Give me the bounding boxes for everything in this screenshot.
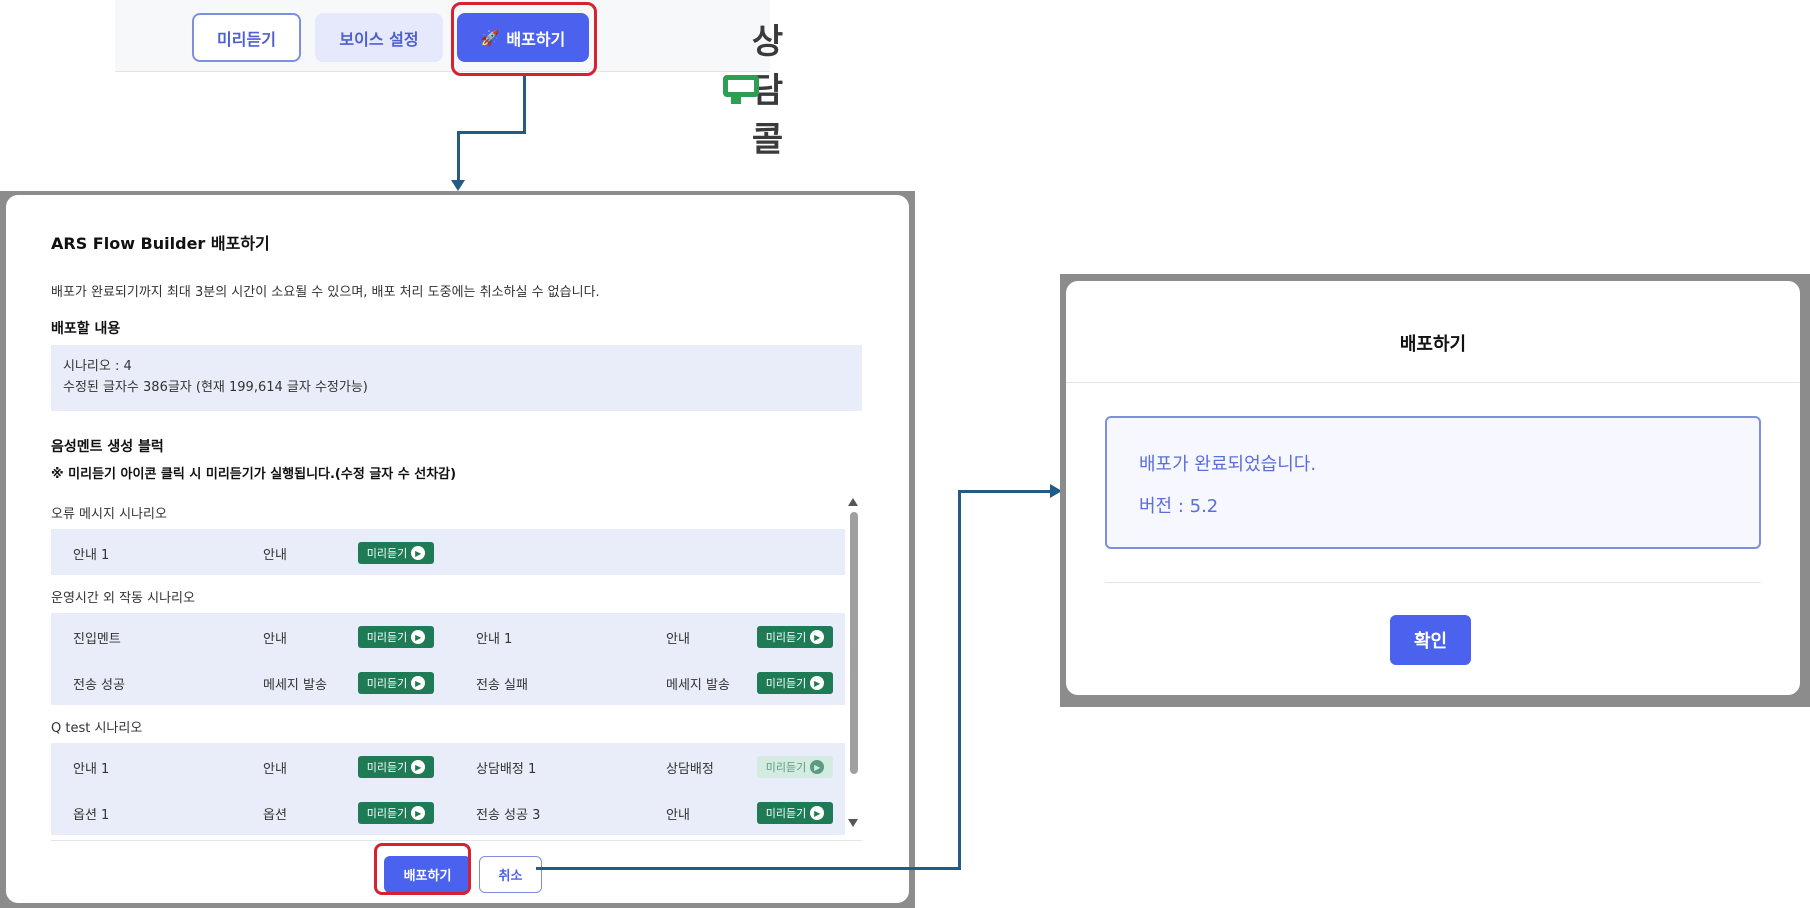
connector-arrow	[451, 180, 465, 191]
scenario-group-title: 운영시간 외 작동 시나리오	[51, 591, 195, 606]
list-scrollbar[interactable]	[848, 498, 860, 831]
preview-play-button[interactable]: 미리듣기 ▶	[358, 542, 434, 564]
brand-logo: 상담콜	[723, 14, 799, 161]
block-name: 전송 성공 3	[476, 808, 541, 823]
scenario-rows: 안내 1 안내 미리듣기 ▶ 상담배정 1 상담배정 미리듣기 ▶ 옵션 1 옵션 …	[51, 743, 845, 835]
scroll-up-icon[interactable]	[848, 498, 858, 506]
connector-line	[457, 131, 526, 134]
dialog-divider	[1105, 582, 1761, 583]
preview-play-button[interactable]: 미리듣기 ▶	[757, 672, 833, 694]
block-type: 안내	[263, 548, 287, 563]
deploy-result-dialog: 배포하기 배포가 완료되었습니다. 버전 : 5.2 확인	[1066, 281, 1800, 695]
preview-play-button[interactable]: 미리듣기 ▶	[358, 672, 434, 694]
preview-play-button[interactable]: 미리듣기 ▶	[757, 802, 833, 824]
result-version: 버전 : 5.2	[1139, 496, 1219, 517]
connector-line	[536, 867, 960, 870]
block-name: 안내 1	[73, 762, 110, 777]
table-row: 전송 성공 메세지 발송 미리듣기 ▶ 전송 실패 메세지 발송 미리듣기 ▶	[51, 659, 845, 705]
highlight-confirm-deploy	[374, 843, 471, 895]
dialog-description: 배포가 완료되기까지 최대 3분의 시간이 소요될 수 있으며, 배포 처리 도…	[51, 285, 600, 300]
scroll-thumb[interactable]	[850, 512, 858, 774]
block-name: 상담배정 1	[476, 762, 537, 777]
preview-button[interactable]: 미리듣기	[192, 13, 301, 62]
table-row: 진입멘트 안내 미리듣기 ▶ 안내 1 안내 미리듣기 ▶	[51, 613, 845, 659]
connector-line	[523, 76, 526, 133]
deploy-summary-box: 시나리오 : 4 수정된 글자수 386글자 (현재 199,614 글자 수정…	[51, 345, 862, 411]
table-row: 안내 1 안내 미리듣기 ▶ 상담배정 1 상담배정 미리듣기 ▶	[51, 743, 845, 789]
block-type: 안내	[263, 632, 287, 647]
play-icon: ▶	[810, 630, 825, 644]
scroll-down-icon[interactable]	[848, 819, 858, 827]
connector-line	[958, 490, 1058, 493]
voice-block-heading: 음성멘트 생성 블럭	[51, 439, 164, 455]
dialog-divider	[51, 840, 862, 841]
deploy-dialog: ARS Flow Builder 배포하기 배포가 완료되기까지 최대 3분의 …	[6, 195, 909, 903]
play-icon: ▶	[810, 760, 825, 774]
block-name: 안내 1	[73, 548, 110, 563]
dialog-divider	[1066, 382, 1800, 383]
result-message: 배포가 완료되었습니다.	[1139, 454, 1317, 475]
dialog-title: ARS Flow Builder 배포하기	[51, 234, 270, 253]
play-icon: ▶	[411, 676, 426, 690]
preview-play-button[interactable]: 미리듣기 ▶	[358, 802, 434, 824]
result-message-box: 배포가 완료되었습니다. 버전 : 5.2	[1105, 416, 1761, 549]
table-row: 안내 1 안내 미리듣기 ▶	[51, 529, 845, 575]
play-icon: ▶	[411, 546, 426, 560]
play-icon: ▶	[810, 676, 825, 690]
block-type: 메세지 발송	[666, 678, 730, 693]
block-type: 안내	[263, 762, 287, 777]
char-count: 수정된 글자수 386글자 (현재 199,614 글자 수정가능)	[63, 380, 368, 395]
block-name: 옵션 1	[73, 808, 110, 823]
highlight-deploy-button	[451, 2, 597, 76]
scenario-rows: 안내 1 안내 미리듣기 ▶	[51, 529, 845, 575]
deploy-content-heading: 배포할 내용	[51, 321, 121, 337]
preview-play-button-disabled: 미리듣기 ▶	[757, 756, 833, 778]
connector-line	[958, 490, 961, 870]
modal-backdrop: 배포하기 배포가 완료되었습니다. 버전 : 5.2 확인	[1060, 274, 1810, 707]
connector-line	[457, 131, 460, 182]
block-name: 전송 성공	[73, 678, 125, 693]
chat-bubble-icon	[723, 73, 759, 104]
dialog-title: 배포하기	[1399, 334, 1467, 355]
preview-play-button[interactable]: 미리듣기 ▶	[358, 626, 434, 648]
block-name: 진입멘트	[73, 632, 121, 647]
play-icon: ▶	[810, 806, 825, 820]
top-toolbar: 미리듣기 보이스 설정 🚀 배포하기 상담콜	[115, 0, 783, 160]
voice-settings-button[interactable]: 보이스 설정	[315, 13, 443, 62]
modal-backdrop: ARS Flow Builder 배포하기 배포가 완료되기까지 최대 3분의 …	[0, 191, 915, 908]
play-icon: ▶	[411, 760, 426, 774]
play-icon: ▶	[411, 630, 426, 644]
table-row: 옵션 1 옵션 미리듣기 ▶ 전송 성공 3 안내 미리듣기 ▶	[51, 789, 845, 835]
scenario-group-title: 오류 메시지 시나리오	[51, 507, 167, 522]
cancel-button[interactable]: 취소	[479, 856, 542, 893]
block-type: 안내	[666, 808, 690, 823]
scenario-count: 시나리오 : 4	[63, 359, 132, 374]
block-type: 메세지 발송	[263, 678, 327, 693]
preview-play-button[interactable]: 미리듣기 ▶	[757, 626, 833, 648]
preview-play-button[interactable]: 미리듣기 ▶	[358, 756, 434, 778]
scenario-rows: 진입멘트 안내 미리듣기 ▶ 안내 1 안내 미리듣기 ▶ 전송 성공 메세지 발송…	[51, 613, 845, 705]
block-type: 옵션	[263, 808, 287, 823]
block-name: 전송 실패	[476, 678, 528, 693]
ok-button[interactable]: 확인	[1390, 615, 1471, 665]
block-type: 상담배정	[666, 762, 714, 777]
voice-block-note: ※ 미리듣기 아이콘 클릭 시 미리듣기가 실행됩니다.(수정 글자 수 선차감…	[51, 467, 457, 482]
block-name: 안내 1	[476, 632, 513, 647]
play-icon: ▶	[411, 806, 426, 820]
scenario-group-title: Q test 시나리오	[51, 721, 143, 736]
block-type: 안내	[666, 632, 690, 647]
